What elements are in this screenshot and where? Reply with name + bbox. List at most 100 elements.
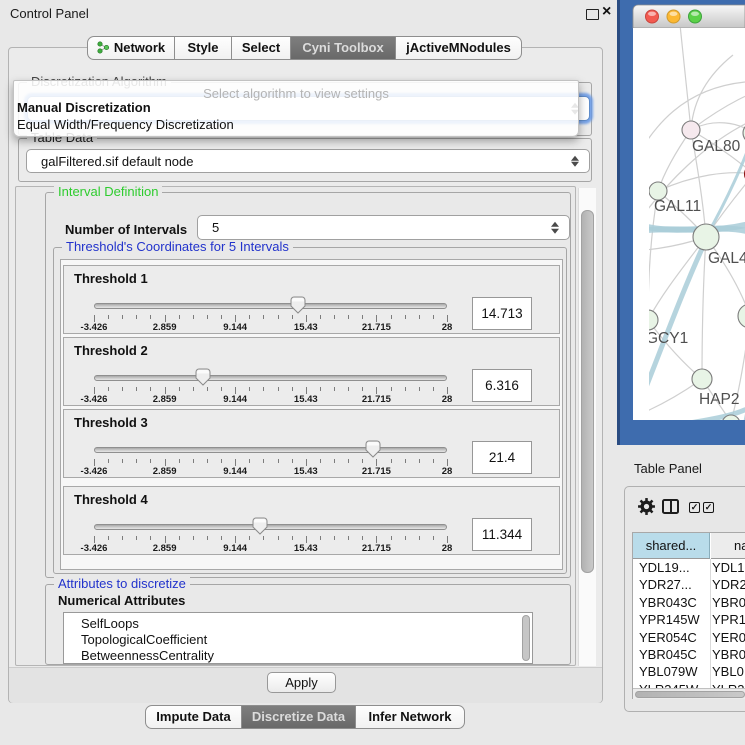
table-row[interactable]: YBR045CYBR0: [633, 647, 745, 664]
threshold-box-4: Threshold 4-3.4262.8599.14415.4321.71528…: [63, 486, 560, 555]
panel-vscrollbar[interactable]: [578, 188, 596, 666]
slider-handle[interactable]: [252, 517, 268, 535]
network-canvas[interactable]: [633, 28, 745, 420]
slider-tick-label: 2.859: [130, 394, 200, 405]
threshold-value-field[interactable]: 11.344: [472, 518, 532, 551]
slider-tick: [391, 536, 392, 540]
tab-select[interactable]: Select: [231, 36, 291, 60]
tab-network[interactable]: Network: [87, 36, 175, 60]
slider-track[interactable]: [94, 447, 447, 453]
threshold-box-3: Threshold 3-3.4262.8599.14415.4321.71528…: [63, 409, 560, 478]
node-gal80[interactable]: [682, 121, 700, 139]
slider-tick: [94, 387, 95, 394]
slider-tick: [405, 536, 406, 540]
slider-tick: [136, 315, 137, 319]
node-label: GAL80: [692, 138, 741, 155]
algorithm-popup: Select algorithm to view settings Manual…: [13, 80, 579, 137]
slider-tick: [334, 459, 335, 463]
table-row[interactable]: YER054CYER0: [633, 630, 745, 647]
column-header-shared-name[interactable]: shared...: [633, 533, 710, 559]
table-row[interactable]: YDL19...YDL1: [633, 560, 745, 577]
tab-style[interactable]: Style: [174, 36, 232, 60]
threshold-value-field[interactable]: 14.713: [472, 297, 532, 330]
checkbox-icon[interactable]: ✓: [689, 502, 700, 513]
slider-tick: [249, 387, 250, 391]
popup-hint: Select algorithm to view settings: [14, 86, 578, 101]
attributes-list-scroll-thumb[interactable]: [522, 615, 530, 661]
attributes-group: Attributes to discretize Numerical Attri…: [45, 584, 571, 665]
popup-item-equal-width[interactable]: Equal Width/Frequency Discretization: [17, 117, 234, 132]
table-row[interactable]: YBL079WYBL0: [633, 664, 745, 681]
slider-tick: [136, 536, 137, 540]
slider-tick: [263, 536, 264, 540]
slider-handle[interactable]: [365, 440, 381, 458]
thresholds-group: Threshold's Coordinates for 5 Intervals …: [53, 247, 567, 574]
slider-tick-label: 2.859: [130, 322, 200, 333]
slider-tick-label: 2.859: [130, 543, 200, 554]
attribute-list-item[interactable]: TopologicalCoefficient: [64, 632, 532, 648]
threshold-value-field[interactable]: 6.316: [472, 369, 532, 402]
node-label: GAL4: [708, 250, 745, 267]
table-data-group: Table Data galFiltered.sif default node: [18, 138, 592, 182]
slider-handle[interactable]: [290, 296, 306, 314]
slider-tick: [122, 315, 123, 319]
slider-tick: [405, 387, 406, 391]
slider-track[interactable]: [94, 524, 447, 530]
network-view[interactable]: GAL80GACGAL11GAL4GCY1HHAP2: [617, 0, 745, 445]
threshold-label: Threshold 4: [74, 492, 148, 507]
slider-tick: [249, 315, 250, 319]
checkbox-icon[interactable]: ✓: [703, 502, 714, 513]
slider-tick: [179, 536, 180, 540]
node-hap2[interactable]: [692, 369, 712, 389]
slider-tick: [405, 315, 406, 319]
slider-tick: [447, 459, 448, 466]
tab-impute-data[interactable]: Impute Data: [145, 705, 242, 729]
slider-track[interactable]: [94, 303, 447, 309]
tab-infer-network[interactable]: Infer Network: [355, 705, 465, 729]
hscroll-thumb[interactable]: [635, 691, 745, 698]
table-hscrollbar[interactable]: [633, 688, 745, 699]
table-data-combobox[interactable]: galFiltered.sif default node: [26, 149, 590, 173]
slider-tick: [320, 315, 321, 319]
attributes-list[interactable]: SelfLoopsTopologicalCoefficientBetweenne…: [63, 612, 533, 664]
float-panel-icon[interactable]: [586, 9, 599, 20]
cell-shared-name: YBR045C: [633, 647, 710, 662]
table-row[interactable]: YBR043CYBR0: [633, 595, 745, 612]
slider-tick: [362, 315, 363, 319]
slider-tick-label: 15.43: [271, 394, 341, 405]
slider-track[interactable]: [94, 375, 447, 381]
apply-button[interactable]: Apply: [267, 672, 336, 693]
table-row[interactable]: YDR27...YDR2: [633, 577, 745, 594]
node-gal4[interactable]: [693, 224, 719, 250]
threshold-value-field[interactable]: 21.4: [472, 441, 532, 474]
slider-tick-label: 9.144: [200, 394, 270, 405]
gear-icon[interactable]: [637, 497, 656, 516]
tab-jactivemnodules[interactable]: jActiveMNodules: [395, 36, 522, 60]
numerical-attributes-label: Numerical Attributes: [58, 593, 185, 608]
table-panel: ✓ ✓ shared... na YDL19...YDL1YDR27...YDR…: [624, 486, 745, 712]
slider-handle[interactable]: [195, 368, 211, 386]
table-row[interactable]: YPR145WYPR1: [633, 612, 745, 629]
slider-tick: [292, 536, 293, 540]
cell-shared-name: YDR27...: [633, 577, 710, 592]
tab-cyni-toolbox[interactable]: Cyni Toolbox: [290, 36, 396, 60]
node-label: HAP2: [699, 391, 740, 408]
slider-tick-label: 21.715: [341, 394, 411, 405]
slider-tick: [165, 536, 166, 543]
slider-tick: [122, 387, 123, 391]
tab-discretize-data[interactable]: Discretize Data: [241, 705, 356, 729]
slider-tick: [362, 536, 363, 540]
attribute-list-item[interactable]: SelfLoops: [64, 616, 532, 632]
slider-tick: [263, 459, 264, 463]
column-layout-icon[interactable]: [662, 499, 679, 514]
bottom-tab-bar: Impute DataDiscretize DataInfer Network: [145, 705, 465, 728]
attribute-list-item[interactable]: BetweennessCentrality: [64, 648, 532, 664]
interval-definition-title: Interval Definition: [54, 185, 162, 199]
node-label: GAL11: [654, 198, 701, 215]
column-header-name[interactable]: na: [711, 533, 745, 559]
popup-item-manual[interactable]: Manual Discretization: [17, 100, 151, 115]
num-intervals-combobox[interactable]: 5: [197, 215, 570, 240]
close-icon[interactable]: ×: [602, 3, 611, 21]
vscroll-thumb[interactable]: [581, 210, 594, 573]
tab-label: Network: [114, 40, 165, 55]
